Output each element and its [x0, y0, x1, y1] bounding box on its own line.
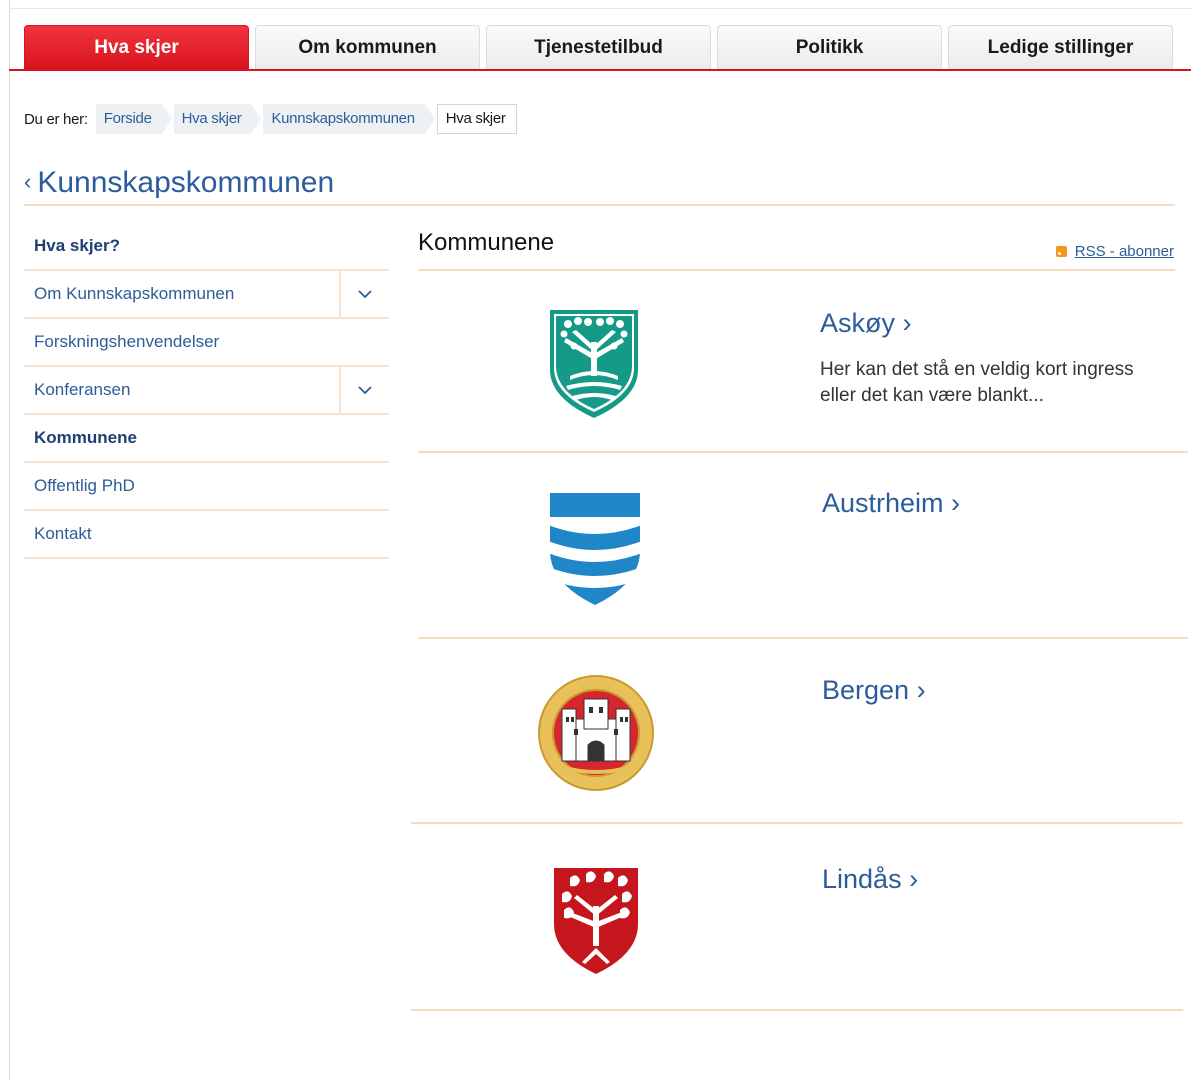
page-frame-top [9, 8, 1191, 9]
sidenav-item-forskningshenvendelser[interactable]: Forskningshenvendelser [24, 319, 389, 367]
municipality-item-lindas: Lindås › [418, 824, 1188, 1010]
breadcrumb: Du er her: Forside Hva skjer Kunnskapsko… [24, 104, 529, 134]
bergen-seal-icon[interactable] [536, 673, 656, 793]
section-divider [24, 204, 1175, 206]
sidenav-item-label: Hva skjer? [34, 236, 120, 255]
breadcrumb-item-forside[interactable]: Forside [95, 104, 172, 134]
municipality-name-lindas[interactable]: Lindås › [822, 864, 918, 895]
lindas-coat-of-arms-icon[interactable] [552, 866, 640, 976]
side-navigation: Hva skjer? Om Kunnskapskommunen Forsknin… [24, 223, 389, 559]
sidenav-item-hva-skjer[interactable]: Hva skjer? [24, 223, 389, 271]
tab-om-kommunen[interactable]: Om kommunen [255, 25, 480, 69]
municipality-name-austrheim[interactable]: Austrheim › [822, 488, 960, 519]
tabs-underline [9, 69, 1191, 71]
expand-toggle[interactable] [339, 271, 389, 317]
rss-subscribe-link[interactable]: RSS - abonner [1055, 243, 1174, 260]
rss-icon [1055, 246, 1067, 257]
sidenav-item-label: Konferansen [34, 380, 131, 399]
chevron-down-icon [358, 289, 372, 298]
breadcrumb-item-hva-skjer[interactable]: Hva skjer [173, 104, 262, 134]
rss-label: RSS - abonner [1074, 243, 1174, 260]
section-back-link[interactable]: ‹ Kunnskapskommunen [24, 166, 334, 200]
sidenav-item-om-kunnskapskommunen[interactable]: Om Kunnskapskommunen [24, 271, 389, 319]
sidenav-item-label: Forskningshenvendelser [34, 332, 220, 351]
austrheim-coat-of-arms-icon[interactable] [548, 491, 642, 607]
municipality-item-bergen: Bergen › [418, 639, 1188, 822]
breadcrumb-current: Hva skjer [436, 104, 517, 134]
tab-hva-skjer[interactable]: Hva skjer [24, 25, 249, 69]
breadcrumb-label: Du er her: [24, 110, 88, 128]
main-title: Kommunene [418, 229, 555, 256]
sidenav-item-label: Om Kunnskapskommunen [34, 284, 235, 303]
municipality-name-askoy[interactable]: Askøy › [820, 308, 912, 339]
tab-politikk[interactable]: Politikk [717, 25, 942, 69]
askoy-coat-of-arms-icon[interactable] [548, 308, 640, 420]
municipality-item-askoy: Askøy › Her kan det stå en veldig kort i… [418, 272, 1188, 452]
main-nav-tabs: Hva skjer Om kommunen Tjenestetilbud Pol… [24, 25, 1175, 69]
breadcrumb-item-kunnskapskommunen[interactable]: Kunnskapskommunen [263, 104, 436, 134]
sidenav-item-konferansen[interactable]: Konferansen [24, 367, 389, 415]
main-divider [418, 269, 1175, 271]
sidenav-item-label: Kontakt [34, 524, 92, 543]
municipality-ingress-askoy: Her kan det stå en veldig kort ingress e… [820, 359, 1134, 406]
sidenav-item-kommunene[interactable]: Kommunene [24, 415, 389, 463]
tab-tjenestetilbud[interactable]: Tjenestetilbud [486, 25, 711, 69]
tab-ledige-stillinger[interactable]: Ledige stillinger [948, 25, 1173, 69]
sidenav-item-label: Offentlig PhD [34, 476, 135, 495]
municipality-item-austrheim: Austrheim › [418, 453, 1188, 637]
row-divider [411, 1009, 1183, 1011]
sidenav-item-offentlig-phd[interactable]: Offentlig PhD [24, 463, 389, 511]
expand-toggle[interactable] [339, 367, 389, 413]
page-frame-left [9, 0, 10, 1080]
sidenav-item-label: Kommunene [34, 428, 137, 447]
sidenav-item-kontakt[interactable]: Kontakt [24, 511, 389, 559]
municipality-name-bergen[interactable]: Bergen › [822, 675, 926, 706]
chevron-down-icon [358, 385, 372, 394]
chevron-left-icon: ‹ [24, 169, 32, 194]
section-title: Kunnskapskommunen [37, 166, 335, 199]
